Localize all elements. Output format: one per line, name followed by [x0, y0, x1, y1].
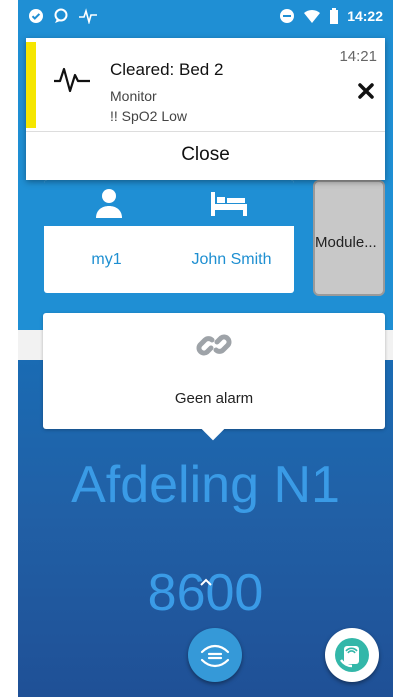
patient-name: John Smith — [191, 250, 272, 268]
hand-care-button[interactable] — [188, 628, 242, 682]
check-circle-icon — [28, 8, 44, 24]
person-icon — [92, 186, 126, 225]
patient-card[interactable]: my1 John Smith — [44, 180, 294, 293]
chat-icon — [52, 8, 70, 24]
close-icon[interactable] — [357, 82, 375, 105]
notification-detail: !! SpO2 Low — [110, 108, 188, 124]
status-bar: 14:22 — [18, 0, 393, 36]
alarm-popup: Geen alarm — [43, 313, 385, 441]
ward-number: 8600 — [147, 564, 264, 622]
notification-title: Cleared: Bed 2 — [110, 60, 224, 79]
battery-icon — [329, 8, 339, 24]
user-name: my1 — [91, 250, 122, 268]
notification-time: 14:21 — [339, 48, 377, 65]
heartbeat-icon — [78, 8, 98, 24]
patient-card-header — [44, 180, 294, 226]
module-label: Module... — [315, 234, 377, 251]
phone-screen: 14:22 my1 John Smith Module... Geen alar… — [18, 0, 393, 697]
hand-care-icon — [198, 638, 232, 672]
nfc-phone-icon — [333, 636, 371, 674]
wifi-icon — [303, 8, 321, 24]
chevron-up-icon[interactable] — [199, 574, 213, 592]
notification-card[interactable]: Cleared: Bed 2 Monitor !! SpO2 Low 14:21… — [26, 38, 385, 180]
module-button[interactable]: Module... — [313, 180, 385, 296]
waveform-icon — [53, 64, 91, 99]
bed-icon — [209, 186, 249, 225]
ward-name: Afdeling N1 — [71, 456, 340, 514]
link-icon — [196, 327, 232, 368]
alarm-message: Geen alarm — [174, 390, 254, 407]
nfc-button[interactable] — [325, 628, 379, 682]
notification-accent-bar — [26, 42, 36, 128]
status-time: 14:22 — [347, 8, 383, 24]
notification-source: Monitor — [110, 88, 157, 104]
minus-circle-icon — [279, 8, 295, 24]
close-button[interactable]: Close — [26, 132, 385, 178]
